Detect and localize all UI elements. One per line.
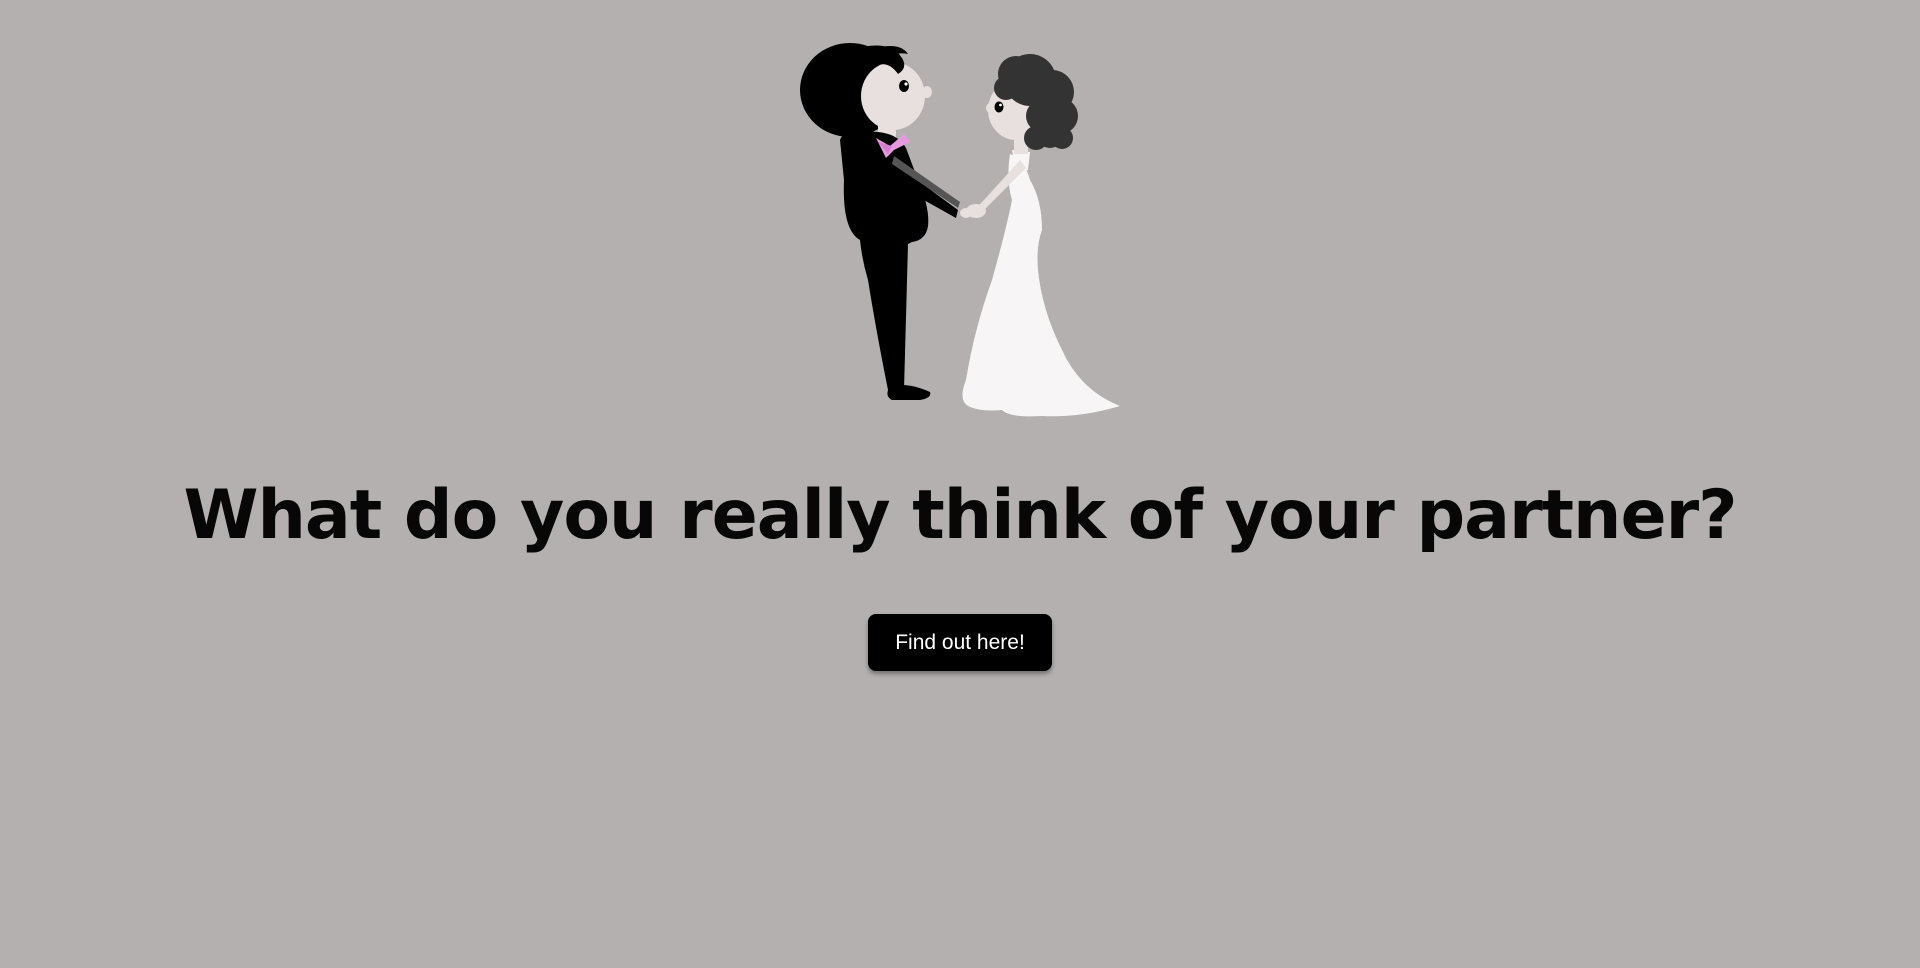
bride-figure [960,54,1120,417]
wedding-couple-illustration [800,43,1120,417]
groom-figure [800,43,960,400]
find-out-button[interactable]: Find out here! [868,614,1052,671]
page-headline: What do you really think of your partner… [183,476,1737,555]
